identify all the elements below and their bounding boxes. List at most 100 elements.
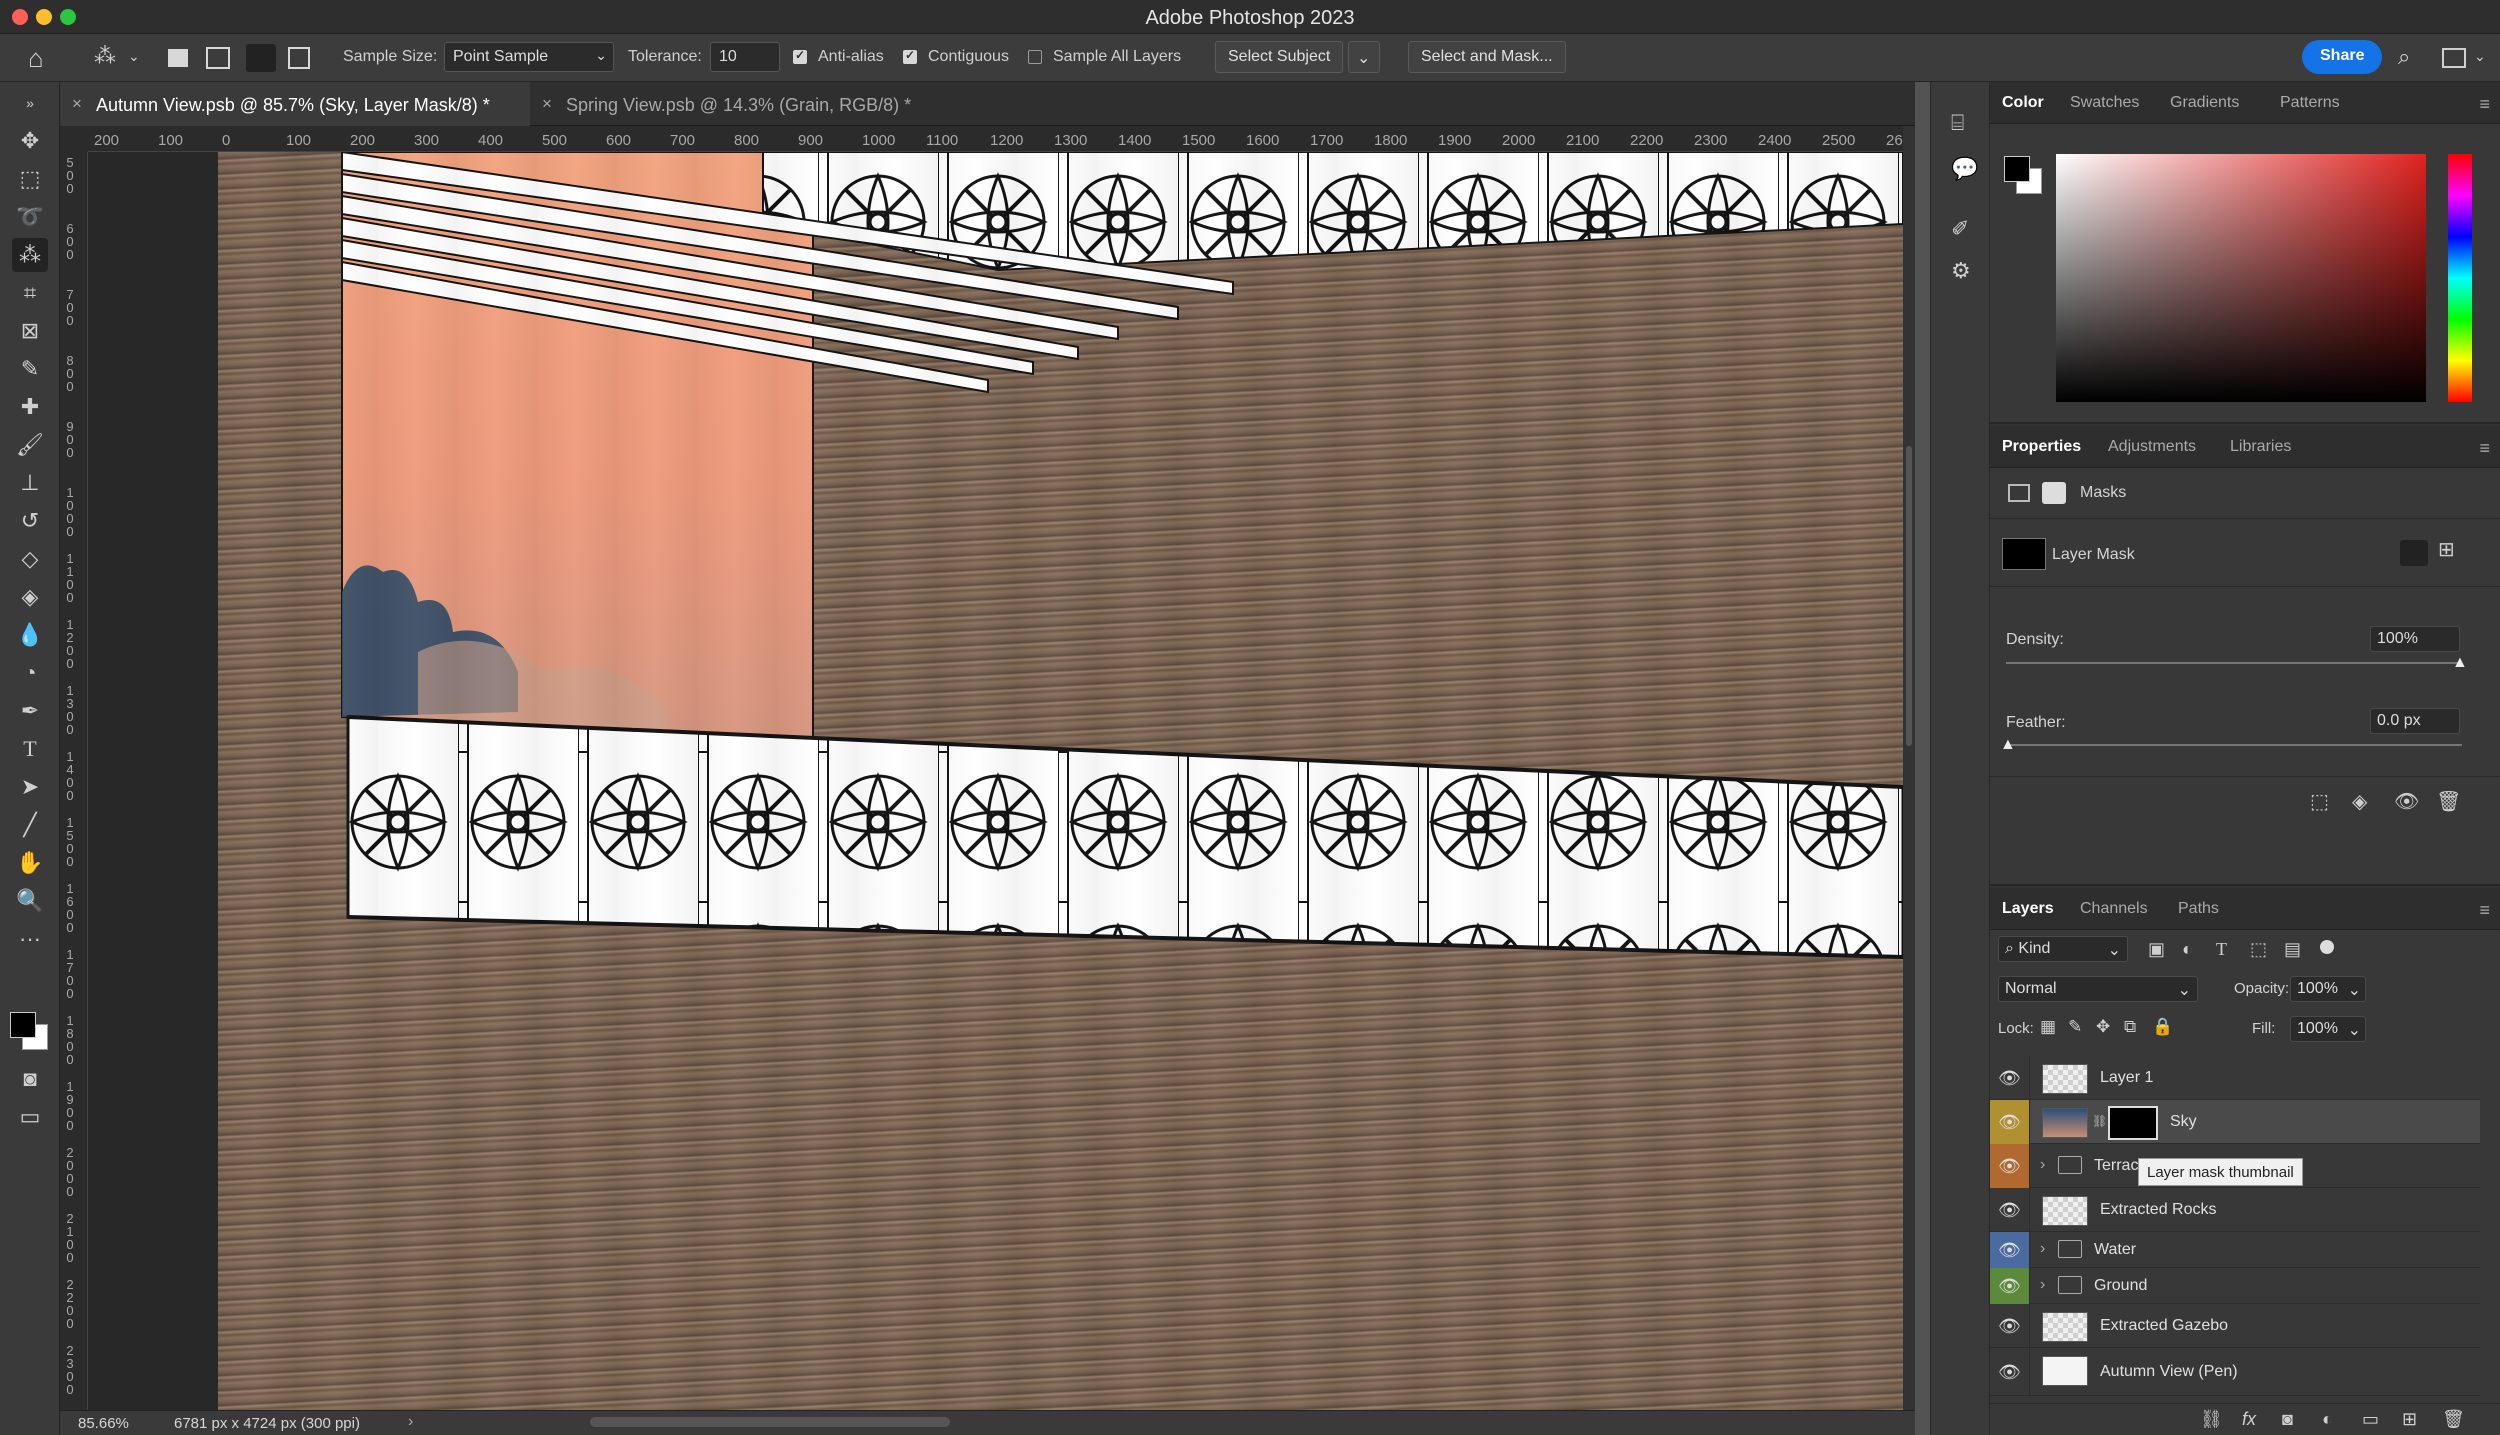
workspace-chevron-icon[interactable]: ⌄: [2474, 49, 2486, 63]
tab-properties[interactable]: Properties: [2002, 438, 2081, 456]
contiguous-checkbox[interactable]: [903, 48, 917, 64]
intersect-selection-icon[interactable]: [288, 47, 310, 69]
move-tool-icon[interactable]: ✥: [12, 124, 48, 158]
disable-mask-icon[interactable]: 👁: [2394, 792, 2419, 812]
magic-wand-tool-icon[interactable]: ⁂: [94, 45, 116, 67]
filter-smart-object-icon[interactable]: ▤: [2284, 940, 2301, 958]
sample-size-select[interactable]: Point Sample ⌄: [444, 42, 614, 72]
add-vector-mask-icon[interactable]: ⊞: [2438, 540, 2455, 560]
visibility-eye-icon[interactable]: 👁: [1990, 1348, 2030, 1396]
tab-paths[interactable]: Paths: [2178, 900, 2219, 918]
history-brush-tool-icon[interactable]: ↺: [12, 504, 48, 538]
status-expand-icon[interactable]: ›: [408, 1413, 413, 1431]
vertical-ruler[interactable]: 500 600 700 800 900 1000 1100 1200 1300 1400 1500 1…: [60, 152, 88, 1410]
layer-row-extracted-rocks[interactable]: 👁 Extracted Rocks: [1990, 1188, 2480, 1232]
eyedropper-tool-icon[interactable]: ✎: [12, 352, 48, 386]
visibility-eye-icon[interactable]: 👁: [1990, 1056, 2030, 1100]
tab-layers[interactable]: Layers: [2002, 900, 2054, 918]
layer-row-extracted-gazebo[interactable]: 👁 Extracted Gazebo: [1990, 1304, 2480, 1348]
tab-autumn-view[interactable]: × Autumn View.psb @ 85.7% (Sky, Layer Ma…: [60, 82, 530, 126]
layer-row-water[interactable]: 👁 › Water: [1990, 1232, 2480, 1268]
type-tool-icon[interactable]: T: [12, 732, 48, 766]
visibility-eye-icon[interactable]: 👁: [1990, 1268, 2030, 1304]
lock-artboard-icon[interactable]: ⧉: [2124, 1018, 2136, 1035]
lasso-tool-icon[interactable]: ➰: [12, 200, 48, 234]
visibility-eye-icon[interactable]: 👁: [1990, 1144, 2030, 1188]
share-button[interactable]: Share: [2302, 40, 2383, 74]
healing-brush-tool-icon[interactable]: ✚: [12, 390, 48, 424]
layer-row-autumn-view-pen[interactable]: 👁 Autumn View (Pen): [1990, 1348, 2480, 1396]
visibility-eye-icon[interactable]: 👁: [1990, 1188, 2030, 1232]
layer-row-layer-1[interactable]: 👁 Layer 1: [1990, 1056, 2480, 1100]
layer-filter-kind-select[interactable]: ⌕ Kind ⌄: [1998, 936, 2128, 962]
panel-menu-icon[interactable]: ≡: [2479, 900, 2490, 921]
horizontal-scrollbar[interactable]: [590, 1417, 950, 1427]
select-and-mask-button[interactable]: Select and Mask...: [1408, 41, 1566, 73]
filter-type-icon[interactable]: T: [2216, 940, 2227, 958]
hue-slider[interactable]: [2448, 154, 2472, 402]
visibility-eye-icon[interactable]: 👁: [1990, 1232, 2030, 1268]
select-subject-dropdown-icon[interactable]: ⌄: [1348, 41, 1380, 73]
layer-thumbnail[interactable]: [2042, 1108, 2088, 1138]
home-icon[interactable]: ⌂: [28, 45, 44, 71]
tab-channels[interactable]: Channels: [2080, 900, 2148, 918]
edit-toolbar-icon[interactable]: ···: [12, 922, 48, 956]
density-input[interactable]: 100%: [2370, 626, 2460, 652]
scrollbar-thumb[interactable]: [1906, 446, 1912, 746]
visibility-eye-icon[interactable]: 👁: [1990, 1304, 2030, 1348]
brush-tool-icon[interactable]: 🖌: [12, 428, 48, 462]
zoom-tool-icon[interactable]: 🔍: [12, 884, 48, 918]
feather-input[interactable]: 0.0 px: [2370, 708, 2460, 734]
feather-slider-handle[interactable]: ▲: [2000, 736, 2016, 754]
select-pixel-mask-icon[interactable]: [2400, 540, 2428, 566]
ruler-origin[interactable]: [60, 126, 88, 152]
new-selection-icon[interactable]: [168, 49, 188, 67]
adjustments-panel-icon[interactable]: ⚙: [1951, 260, 1971, 282]
fx-icon[interactable]: fx: [2242, 1410, 2256, 1428]
eraser-tool-icon[interactable]: ◇: [12, 542, 48, 576]
new-adjustment-icon[interactable]: ◐: [2322, 1410, 2333, 1428]
marquee-tool-icon[interactable]: ⬚: [12, 162, 48, 196]
horizontal-ruler[interactable]: 200 100 0 100 200 300 400 500 600 700 800 900 1000 11…: [88, 126, 1911, 152]
panel-menu-icon[interactable]: ≡: [2479, 94, 2490, 115]
delete-layer-icon[interactable]: 🗑: [2442, 1410, 2465, 1428]
collapse-toolbar-icon[interactable]: »: [12, 86, 48, 120]
tolerance-input[interactable]: 10: [710, 42, 780, 72]
layer-mask-thumbnail[interactable]: [2108, 1106, 2158, 1140]
vertical-scrollbar[interactable]: [1903, 126, 1915, 1410]
history-panel-icon[interactable]: ⌸: [1951, 112, 1964, 134]
lock-transparent-icon[interactable]: ▦: [2040, 1018, 2056, 1035]
color-field[interactable]: [2056, 154, 2426, 402]
dodge-tool-icon[interactable]: ◔: [12, 656, 48, 690]
foreground-color-swatch[interactable]: [2004, 156, 2030, 182]
paint-bucket-tool-icon[interactable]: ◈: [12, 580, 48, 614]
density-slider[interactable]: [2006, 662, 2462, 664]
load-selection-icon[interactable]: ⬚: [2310, 792, 2329, 812]
subtract-from-selection-icon[interactable]: [246, 44, 276, 72]
path-selection-tool-icon[interactable]: ➤: [12, 770, 48, 804]
select-subject-button[interactable]: Select Subject: [1215, 41, 1344, 73]
tab-spring-view[interactable]: × Spring View.psb @ 14.3% (Grain, RGB/8)…: [530, 82, 990, 126]
sample-all-layers-checkbox[interactable]: [1028, 50, 1042, 64]
lock-all-icon[interactable]: 🔒: [2152, 1018, 2173, 1035]
lock-image-icon[interactable]: ✎: [2068, 1018, 2082, 1035]
tab-color[interactable]: Color: [2002, 94, 2044, 112]
apply-mask-icon[interactable]: ◈: [2352, 792, 2367, 812]
blur-tool-icon[interactable]: 💧: [12, 618, 48, 652]
filter-adjustment-icon[interactable]: ◐: [2182, 940, 2193, 958]
close-tab-icon[interactable]: ×: [72, 94, 82, 114]
fill-input[interactable]: 100% ⌄: [2290, 1016, 2366, 1042]
crop-tool-icon[interactable]: ⌗: [12, 276, 48, 310]
expand-group-chevron-icon[interactable]: ›: [2040, 1276, 2045, 1294]
opacity-input[interactable]: 100% ⌄: [2290, 976, 2366, 1002]
vector-mask-icon[interactable]: [2042, 482, 2066, 504]
layer-row-sky[interactable]: 👁 ⛓ Sky: [1990, 1100, 2480, 1144]
new-group-icon[interactable]: ▭: [2362, 1410, 2379, 1428]
frame-tool-icon[interactable]: ⊠: [12, 314, 48, 348]
tab-swatches[interactable]: Swatches: [2070, 94, 2139, 112]
document-canvas[interactable]: [218, 152, 1903, 1410]
tool-preset-chevron-icon[interactable]: ⌄: [128, 49, 140, 63]
mask-link-icon[interactable]: ⛓: [2092, 1114, 2107, 1128]
density-slider-handle[interactable]: ▲: [2452, 654, 2468, 672]
visibility-eye-icon[interactable]: 👁: [1990, 1100, 2030, 1144]
